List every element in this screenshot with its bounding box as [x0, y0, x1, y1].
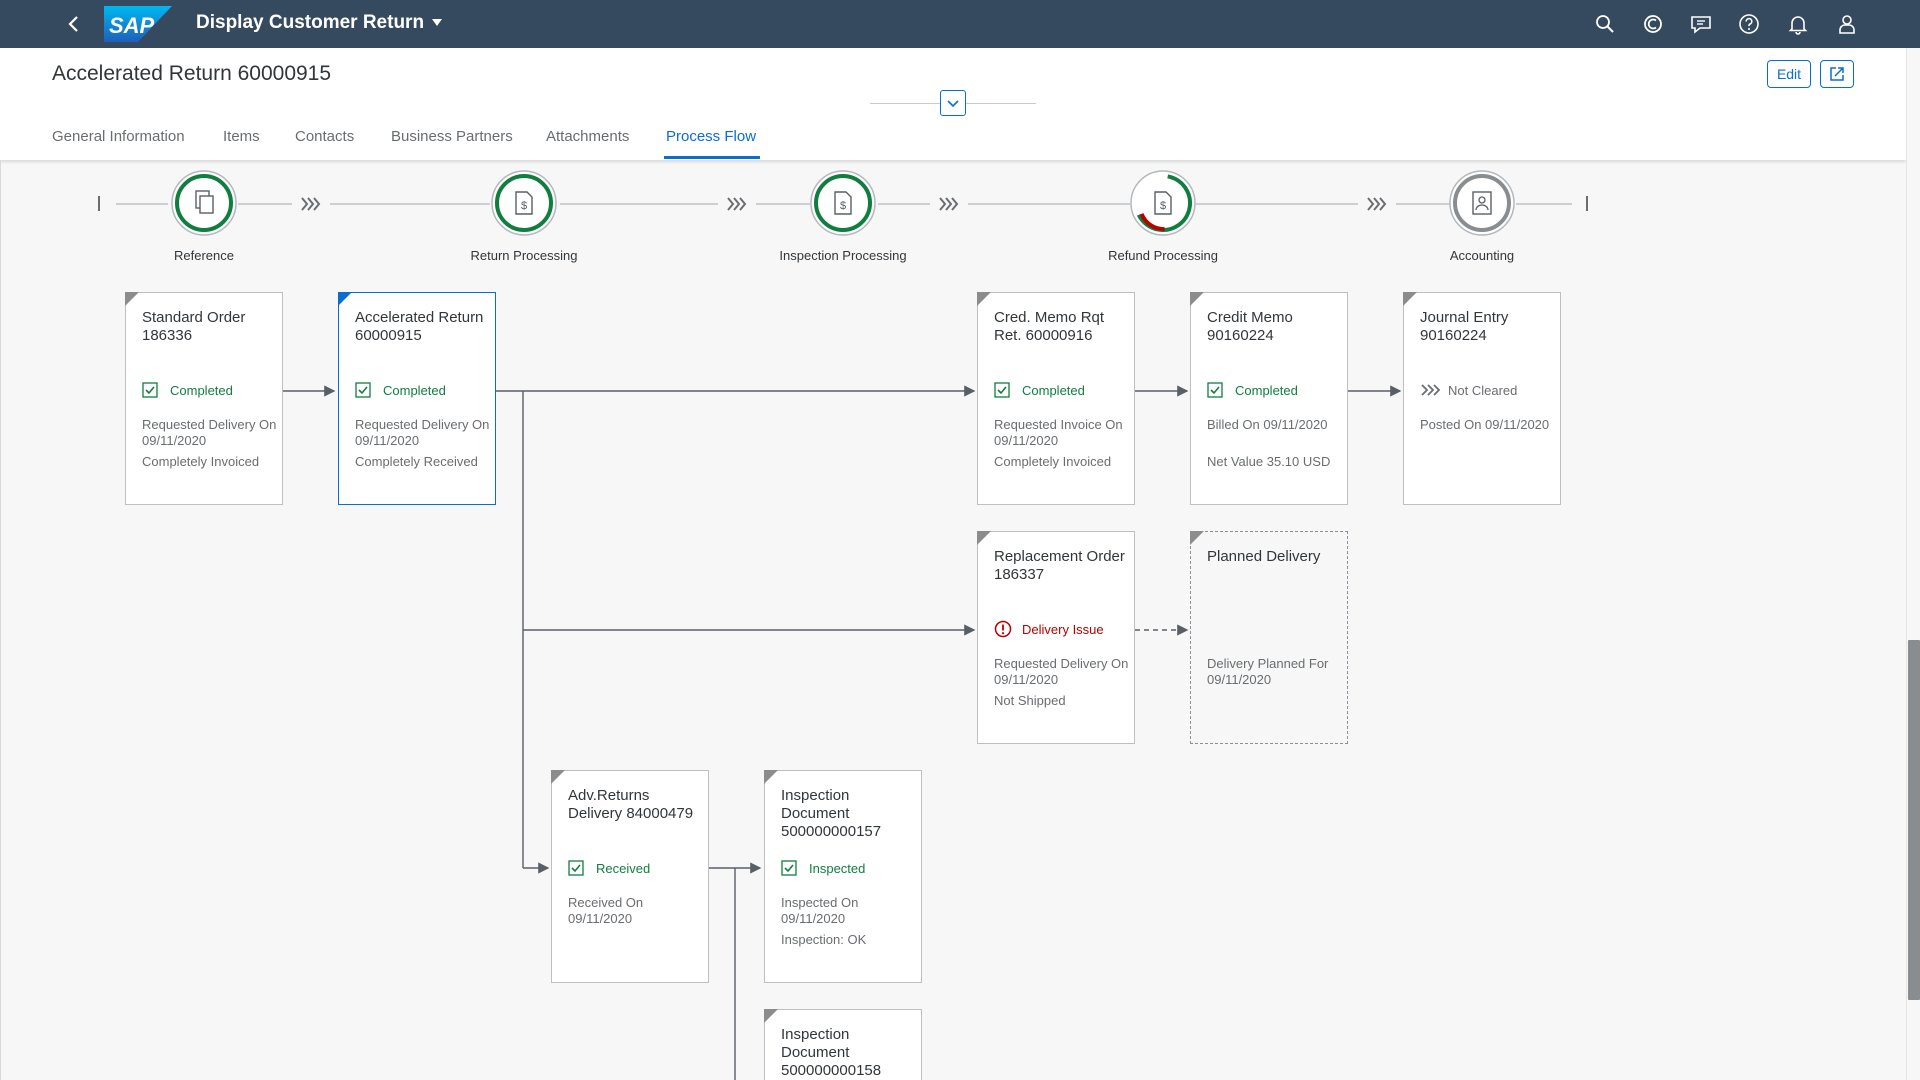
node-accelerated-return[interactable]: Accelerated Return 60000915 Completed Re…: [338, 292, 496, 505]
node-attr-1: Received On 09/11/2020: [568, 895, 644, 926]
process-chevrons-icon: [1421, 384, 1440, 396]
node-attr-2: Inspection: OK: [781, 932, 867, 947]
node-attr-2: Completely Received: [355, 454, 478, 469]
node-status: Not Cleared: [1420, 381, 1560, 399]
node-status: Completed: [994, 381, 1134, 399]
node-status: Completed: [355, 381, 495, 399]
node-attr-1: Billed On 09/11/2020: [1207, 417, 1328, 432]
node-planned-delivery[interactable]: Planned Delivery Delivery Planned For 09…: [1190, 531, 1348, 744]
node-status-text: Delivery Issue: [1022, 621, 1104, 637]
node-corner: [977, 292, 991, 306]
node-title: Cred. Memo Rqt Ret. 60000916: [994, 309, 1105, 344]
node-title: Accelerated Return 60000915: [355, 309, 484, 344]
lane-inspection-processing-icon[interactable]: $: [810, 170, 876, 236]
svg-text:$: $: [840, 200, 846, 212]
node-attr-2: Completely Invoiced: [994, 454, 1112, 469]
node-attr-2: Completely Invoiced: [142, 454, 260, 469]
node-status-text: Not Cleared: [1448, 382, 1518, 398]
node-corner: [1190, 292, 1204, 306]
node-attr-1: Delivery Planned For 09/11/2020: [1207, 656, 1329, 687]
node-status: Received: [568, 859, 708, 877]
svg-text:$: $: [521, 200, 527, 212]
node-corner: [977, 531, 991, 545]
node-attr-1: Requested Delivery On 09/11/2020: [355, 417, 490, 448]
scrollbar-thumb[interactable]: [1908, 640, 1920, 1000]
process-flow-connectors: [98, 196, 1588, 1080]
node-title: Replacement Order 186337: [994, 548, 1125, 583]
node-attr-1: Posted On 09/11/2020: [1420, 417, 1550, 432]
svg-text:$: $: [1160, 200, 1166, 212]
node-standard-order[interactable]: Standard Order 186336 Completed Requeste…: [125, 292, 283, 505]
lane-return-processing-label: Return Processing: [470, 248, 578, 263]
node-status-text: Completed: [170, 382, 233, 398]
node-cred-memo-rqt[interactable]: Cred. Memo Rqt Ret. 60000916 Completed R…: [977, 292, 1135, 505]
node-inspection-document-158[interactable]: Inspection Document 500000000158: [764, 1009, 922, 1080]
node-title: Inspection Document 500000000158: [781, 1026, 882, 1079]
lane-refund-processing-label: Refund Processing: [1108, 248, 1218, 263]
node-status-text: Completed: [1022, 382, 1085, 398]
checkbox-checked-icon: [355, 382, 371, 398]
node-attr-2: Net Value 35.10 USD: [1207, 454, 1331, 469]
node-journal-entry[interactable]: Journal Entry 90160224 Not Cleared Poste…: [1403, 292, 1561, 505]
node-status-text: Completed: [1235, 382, 1298, 398]
node-corner: [764, 770, 778, 784]
node-attr-1: Requested Invoice On 09/11/2020: [994, 417, 1123, 448]
node-title: Adv.Returns Delivery 84000479: [568, 787, 694, 822]
node-replacement-order[interactable]: Replacement Order 186337 Delivery Issue …: [977, 531, 1135, 744]
node-title: Planned Delivery: [1207, 548, 1321, 565]
checkbox-checked-icon: [781, 860, 797, 876]
checkbox-checked-icon: [568, 860, 584, 876]
node-corner: [764, 1009, 778, 1023]
node-credit-memo[interactable]: Credit Memo 90160224 Completed Billed On…: [1190, 292, 1348, 505]
node-status: Inspected: [781, 859, 921, 877]
checkbox-checked-icon: [142, 382, 158, 398]
node-corner: [338, 292, 352, 306]
node-title: Inspection Document 500000000157: [781, 787, 882, 840]
node-corner: [1190, 531, 1204, 545]
node-title: Credit Memo 90160224: [1207, 309, 1293, 344]
node-title: Standard Order 186336: [142, 309, 246, 344]
lane-accounting-label: Accounting: [1449, 248, 1515, 263]
node-status: Completed: [142, 381, 282, 399]
node-adv-returns-delivery[interactable]: Adv.Returns Delivery 84000479 Received R…: [551, 770, 709, 983]
lane-return-processing-icon[interactable]: $: [491, 170, 557, 236]
node-attr-2: Not Shipped: [994, 693, 1066, 708]
lane-reference-label: Reference: [174, 248, 234, 263]
lane-refund-processing-icon[interactable]: $: [1130, 170, 1196, 236]
node-status-text: Received: [596, 860, 651, 876]
lane-accounting-icon[interactable]: [1449, 170, 1515, 236]
node-attr-1: Inspected On 09/11/2020: [781, 895, 859, 926]
node-corner: [125, 292, 139, 306]
node-status: Delivery Issue: [994, 620, 1134, 638]
checkbox-checked-icon: [994, 382, 1010, 398]
node-inspection-document-157[interactable]: Inspection Document 500000000157 Inspect…: [764, 770, 922, 983]
node-status: Completed: [1207, 381, 1347, 399]
lane-reference-icon[interactable]: [171, 170, 237, 236]
lane-inspection-processing-label: Inspection Processing: [779, 248, 907, 263]
error-icon: [994, 620, 1012, 638]
node-corner: [1403, 292, 1417, 306]
node-corner: [551, 770, 565, 784]
checkbox-checked-icon: [1207, 382, 1223, 398]
node-title: Journal Entry 90160224: [1420, 309, 1509, 344]
node-attr-1: Requested Delivery On 09/11/2020: [142, 417, 277, 448]
node-attr-1: Requested Delivery On 09/11/2020: [994, 656, 1129, 687]
node-status-text: Completed: [383, 382, 446, 398]
node-status-text: Inspected: [809, 860, 866, 876]
